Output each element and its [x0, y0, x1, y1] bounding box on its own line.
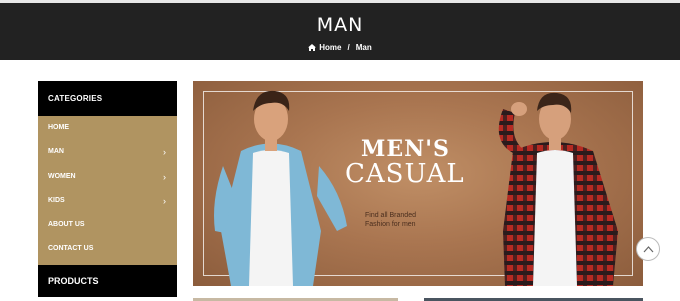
sidebar-item-home[interactable]: HOME	[38, 116, 177, 140]
banner-subtitle-line1: Find all Branded	[365, 212, 416, 219]
category-list: HOME MAN › WOMEN › KIDS › ABOUT US CONTA…	[38, 116, 177, 265]
sidebar-item-contact-us[interactable]: CONTACT US	[38, 237, 177, 261]
chevron-right-icon[interactable]: ›	[163, 165, 166, 189]
sidebar-item-man[interactable]: MAN ›	[38, 140, 177, 164]
banner-subtitle: Find all Branded Fashion for men	[365, 211, 416, 229]
sidebar-item-label: KIDS	[48, 196, 65, 204]
sidebar-item-women[interactable]: WOMEN ›	[38, 165, 177, 189]
breadcrumb-current: Man	[355, 43, 372, 53]
sidebar-item-label: HOME	[48, 124, 69, 131]
page-title: MAN	[316, 14, 364, 36]
sidebar-item-about-us[interactable]: ABOUT US	[38, 213, 177, 237]
chevron-right-icon[interactable]: ›	[163, 189, 166, 213]
sidebar-item-label: CONTACT US	[48, 245, 94, 253]
banner-subtitle-line2: Fashion for men	[365, 221, 416, 228]
category-sidebar: CATEGORIES HOME MAN › WOMEN › KIDS › ABO…	[38, 81, 177, 265]
breadcrumb-separator: /	[347, 43, 350, 53]
promo-banner[interactable]: MEN'S CASUAL Find all Branded Fashion fo…	[193, 81, 643, 286]
sidebar-item-label: ABOUT US	[48, 221, 85, 229]
page-header: MAN Home / Man	[0, 0, 680, 60]
model-right-image	[498, 92, 618, 286]
home-icon	[308, 44, 317, 52]
products-heading: PRODUCTS	[38, 265, 177, 297]
scroll-to-top-button[interactable]	[636, 237, 660, 261]
chevron-right-icon[interactable]: ›	[163, 140, 166, 164]
sidebar-item-label: MAN	[48, 148, 64, 156]
breadcrumb: Home / Man	[0, 43, 680, 52]
sidebar-item-label: WOMEN	[48, 172, 76, 180]
banner-title-line2: CASUAL	[345, 159, 465, 189]
sidebar-item-kids[interactable]: KIDS ›	[38, 189, 177, 213]
breadcrumb-home-link[interactable]: Home	[319, 43, 341, 52]
model-left-image	[214, 90, 347, 286]
categories-heading: CATEGORIES	[38, 81, 177, 116]
chevron-up-icon	[643, 246, 654, 253]
